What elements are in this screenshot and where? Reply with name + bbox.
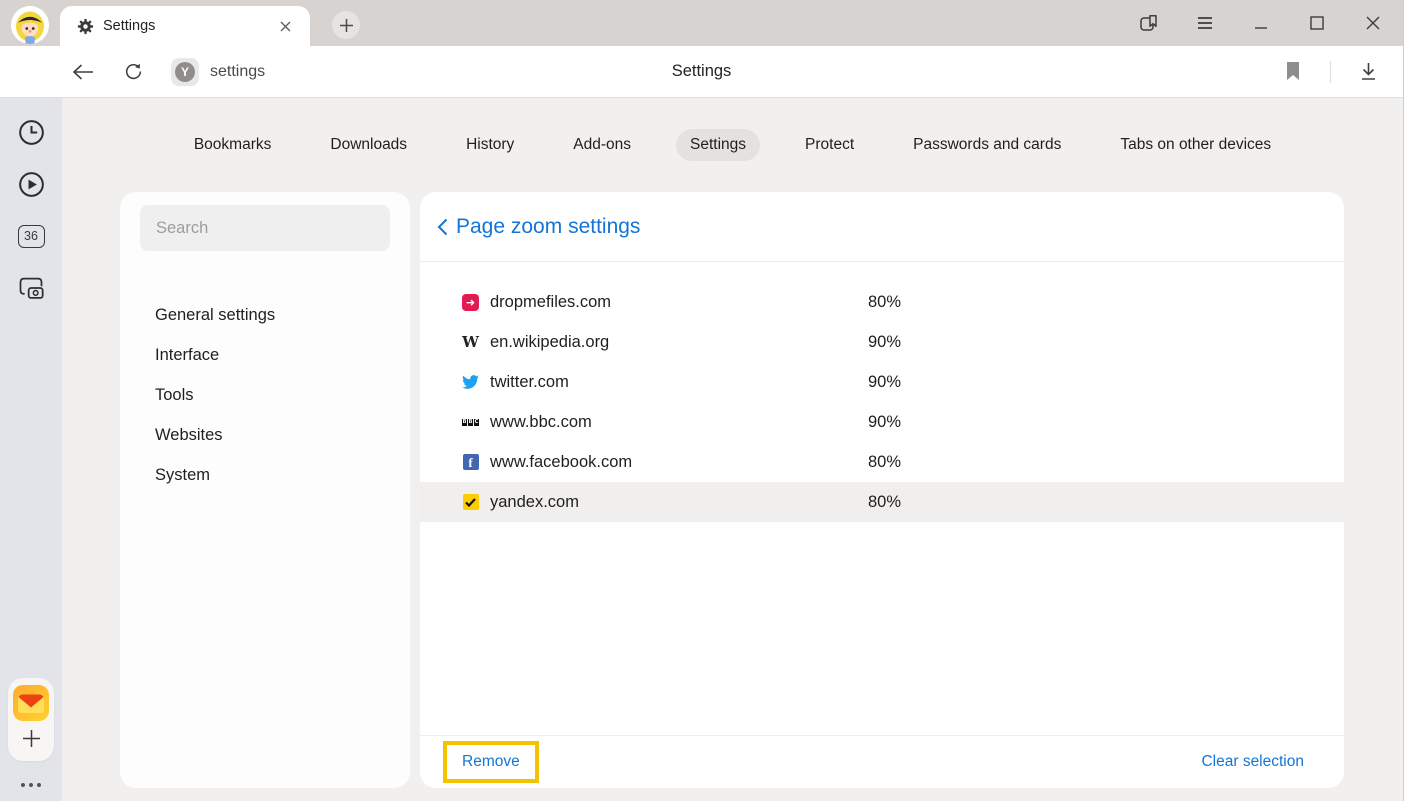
plus-icon	[340, 19, 353, 32]
gear-icon	[77, 18, 94, 35]
side-rail: 36	[0, 98, 62, 801]
site-name: www.bbc.com	[490, 413, 868, 432]
nav-tab-passwords[interactable]: Passwords and cards	[899, 129, 1075, 161]
dropmefiles-icon: ➜	[462, 294, 479, 311]
back-chevron-icon[interactable]	[437, 218, 448, 236]
zoom-value: 80%	[868, 293, 901, 312]
yandex-icon	[462, 494, 479, 511]
settings-nav-tabs: Bookmarks Downloads History Add-ons Sett…	[62, 98, 1403, 192]
browser-tab-settings[interactable]: Settings	[60, 6, 310, 46]
nav-tab-settings[interactable]: Settings	[676, 129, 760, 161]
add-shortcut-button[interactable]	[13, 721, 49, 755]
avatar[interactable]	[11, 6, 49, 44]
table-row[interactable]: ➜ dropmefiles.com 80%	[420, 282, 1344, 322]
window-controls	[1135, 0, 1403, 46]
panel-title[interactable]: Page zoom settings	[456, 215, 640, 239]
minimize-button[interactable]	[1247, 9, 1275, 37]
toolbar-right	[1276, 55, 1403, 89]
clear-selection-button[interactable]: Clear selection	[1201, 753, 1304, 771]
page-zoom-settings-panel: Page zoom settings ➜ dropmefiles.com 80%	[420, 192, 1344, 788]
sidebar-item-interface[interactable]: Interface	[155, 335, 390, 375]
play-video-icon[interactable]	[11, 164, 51, 204]
tab-count-badge[interactable]: 36	[11, 216, 51, 256]
sidebar-item-tools[interactable]: Tools	[155, 375, 390, 415]
toolbar-divider	[1330, 61, 1331, 83]
zoom-value: 90%	[868, 413, 901, 432]
site-name: yandex.com	[490, 493, 868, 512]
panels-collections-icon[interactable]	[1135, 9, 1163, 37]
yandex-mail-icon[interactable]	[13, 685, 49, 721]
menu-hamburger-icon[interactable]	[1191, 9, 1219, 37]
sidebar-item-websites[interactable]: Websites	[155, 415, 390, 455]
nav-tab-downloads[interactable]: Downloads	[316, 129, 421, 161]
address-text[interactable]: settings	[210, 63, 265, 81]
bookmark-icon[interactable]	[1276, 55, 1310, 89]
zoom-value: 90%	[868, 373, 901, 392]
settings-content: Bookmarks Downloads History Add-ons Sett…	[62, 98, 1403, 801]
history-clock-icon[interactable]	[11, 112, 51, 152]
twitter-icon	[462, 374, 479, 391]
nav-tab-addons[interactable]: Add-ons	[559, 129, 645, 161]
reload-button[interactable]	[116, 55, 150, 89]
nav-tab-bookmarks[interactable]: Bookmarks	[180, 129, 286, 161]
site-name: twitter.com	[490, 373, 868, 392]
bbc-icon: BBC	[462, 414, 479, 431]
new-tab-button[interactable]	[332, 11, 360, 39]
tab-bar: Settings	[0, 0, 1403, 46]
sidebar-item-system[interactable]: System	[155, 455, 390, 495]
yandex-y-icon: Y	[175, 62, 195, 82]
search-input[interactable]	[156, 219, 374, 238]
table-row[interactable]: W en.wikipedia.org 90%	[420, 322, 1344, 362]
remove-button[interactable]: Remove	[462, 753, 520, 770]
zoom-value: 80%	[868, 453, 901, 472]
nav-tab-other-devices[interactable]: Tabs on other devices	[1106, 129, 1285, 161]
table-row[interactable]: f www.facebook.com 80%	[420, 442, 1344, 482]
nav-tab-protect[interactable]: Protect	[791, 129, 868, 161]
table-row[interactable]: BBC www.bbc.com 90%	[420, 402, 1344, 442]
downloads-icon[interactable]	[1351, 55, 1385, 89]
more-options-icon[interactable]	[21, 783, 41, 787]
facebook-icon: f	[462, 454, 479, 471]
site-name: dropmefiles.com	[490, 293, 868, 312]
panel-header: Page zoom settings	[420, 192, 1344, 262]
list-empty-space	[420, 522, 1344, 735]
zoom-value: 80%	[868, 493, 901, 512]
settings-sections-list: General settings Interface Tools Website…	[140, 295, 390, 495]
settings-sidebar: General settings Interface Tools Website…	[120, 192, 410, 788]
avatar-girl-icon	[11, 6, 49, 44]
table-row[interactable]: twitter.com 90%	[420, 362, 1344, 402]
browser-window: Settings	[0, 0, 1404, 801]
back-button[interactable]	[66, 55, 100, 89]
remove-button-highlight: Remove	[443, 741, 539, 783]
screenshot-icon[interactable]	[11, 268, 51, 308]
tab-title: Settings	[103, 18, 274, 34]
rail-shortcut-pill	[8, 678, 54, 761]
tab-close-icon[interactable]	[274, 15, 296, 37]
browser-toolbar: Settings Y settings	[0, 46, 1403, 98]
wikipedia-icon: W	[462, 334, 479, 351]
nav-tab-history[interactable]: History	[452, 129, 528, 161]
search-box[interactable]	[140, 205, 390, 251]
zoom-value: 90%	[868, 333, 901, 352]
site-name: www.facebook.com	[490, 453, 868, 472]
site-name: en.wikipedia.org	[490, 333, 868, 352]
zoom-site-list: ➜ dropmefiles.com 80% W en.wikipedia.org…	[420, 262, 1344, 522]
panel-footer: Remove Clear selection	[420, 735, 1344, 788]
table-row-selected[interactable]: yandex.com 80%	[420, 482, 1344, 522]
maximize-button[interactable]	[1303, 9, 1331, 37]
close-window-button[interactable]	[1359, 9, 1387, 37]
site-identity-badge[interactable]: Y	[171, 58, 199, 86]
sidebar-item-general-settings[interactable]: General settings	[155, 295, 390, 335]
